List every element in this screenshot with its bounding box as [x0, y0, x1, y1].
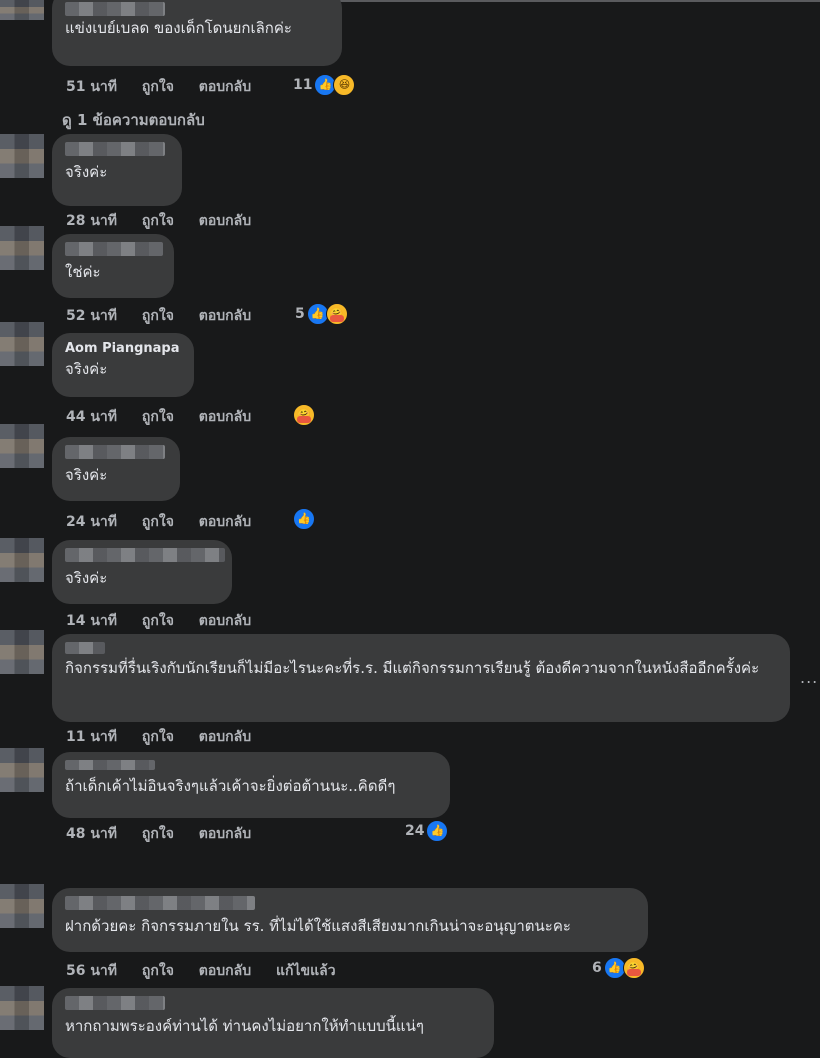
like-button[interactable]: ถูกใจ	[142, 963, 174, 979]
comment-text: ถ้าเด็กเค้าไม่อินจริงๆแล้วเค้าจะยิ่งต่อต…	[65, 777, 396, 795]
comment-text: ใช่ค่ะ	[65, 263, 101, 281]
comment-actions: 14 นาที ถูกใจ ตอบกลับ	[66, 610, 271, 632]
comment-bubble: กิจกรรมที่รื่นเริงกับนักเรียนก็ไม่มีอะไร…	[52, 634, 790, 722]
blurred-author-name	[65, 2, 165, 16]
comment-author[interactable]: Aom Piangnapa	[65, 341, 182, 356]
edited-label: แก้ไขแล้ว	[276, 963, 336, 979]
comment-time[interactable]: 14 นาที	[66, 613, 117, 629]
like-button[interactable]: ถูกใจ	[142, 514, 174, 530]
comment-bubble: Aom Piangnapa จริงค่ะ	[52, 333, 194, 397]
comment-bubble: จริงค่ะ	[52, 134, 182, 206]
comment-bubble: จริงค่ะ	[52, 540, 232, 604]
reply-button[interactable]: ตอบกลับ	[199, 79, 251, 95]
comment-time[interactable]: 52 นาที	[66, 308, 117, 324]
comment-actions: 51 นาที ถูกใจ ตอบกลับ	[66, 76, 271, 98]
reply-button[interactable]: ตอบกลับ	[199, 826, 251, 842]
avatar[interactable]	[0, 424, 44, 468]
comment-time[interactable]: 28 นาที	[66, 213, 117, 229]
avatar[interactable]	[0, 226, 44, 270]
avatar[interactable]	[0, 630, 44, 674]
comment-actions: 44 นาที ถูกใจ ตอบกลับ	[66, 406, 271, 428]
reaction-summary[interactable]: 6 👍 🤗	[592, 957, 645, 979]
reply-button[interactable]: ตอบกลับ	[199, 729, 251, 745]
comment-bubble: หากถามพระองค์ท่านได้ ท่านคงไม่อยากให้ทำแ…	[52, 988, 494, 1058]
like-button[interactable]: ถูกใจ	[142, 729, 174, 745]
comment-text: จริงค่ะ	[65, 569, 108, 587]
reaction-summary[interactable]: 5 👍 🤗	[295, 303, 348, 325]
like-button[interactable]: ถูกใจ	[142, 826, 174, 842]
comment-actions: 28 นาที ถูกใจ ตอบกลับ	[66, 210, 271, 232]
comment-actions: 48 นาที ถูกใจ ตอบกลับ	[66, 823, 271, 845]
comment-text: แข่งเบย์เบลด ของเด็กโดนยกเลิกค่ะ	[65, 19, 292, 37]
blurred-author-name	[65, 548, 225, 562]
blurred-author-name	[65, 896, 255, 910]
avatar[interactable]	[0, 748, 44, 792]
blurred-author-name	[65, 142, 165, 156]
reply-button[interactable]: ตอบกลับ	[199, 409, 251, 425]
care-icon: 🤗	[622, 957, 645, 979]
reaction-summary[interactable]: 24 👍	[405, 820, 449, 842]
reply-button[interactable]: ตอบกลับ	[199, 514, 251, 530]
comment-actions: 24 นาที ถูกใจ ตอบกลับ	[66, 511, 271, 533]
care-icon: 🤗	[325, 303, 348, 325]
view-replies-link[interactable]: ดู 1 ข้อความตอบกลับ	[62, 108, 205, 132]
reaction-count: 11	[293, 77, 313, 93]
comment-time[interactable]: 51 นาที	[66, 79, 117, 95]
blurred-author-name	[65, 445, 165, 459]
reaction-count: 5	[295, 306, 305, 322]
reaction-count: 24	[405, 823, 425, 839]
reply-button[interactable]: ตอบกลับ	[199, 213, 251, 229]
comment-text: จริงค่ะ	[65, 360, 108, 378]
comment-time[interactable]: 48 นาที	[66, 826, 117, 842]
care-icon: 🤗	[293, 404, 315, 426]
comment-bubble: ถ้าเด็กเค้าไม่อินจริงๆแล้วเค้าจะยิ่งต่อต…	[52, 752, 450, 818]
blurred-author-name	[65, 996, 165, 1010]
like-button[interactable]: ถูกใจ	[142, 613, 174, 629]
comment-bubble: แข่งเบย์เบลด ของเด็กโดนยกเลิกค่ะ	[52, 0, 342, 66]
blurred-author-name	[65, 760, 155, 770]
comment-bubble: ใช่ค่ะ	[52, 234, 174, 298]
like-button[interactable]: ถูกใจ	[142, 79, 174, 95]
like-icon: 👍	[293, 508, 315, 530]
comment-time[interactable]: 24 นาที	[66, 514, 117, 530]
more-options-icon[interactable]: ...	[800, 668, 818, 687]
comment-text: จริงค่ะ	[65, 163, 108, 181]
reply-button[interactable]: ตอบกลับ	[199, 613, 251, 629]
comment-time[interactable]: 56 นาที	[66, 963, 117, 979]
comment-actions: 52 นาที ถูกใจ ตอบกลับ	[66, 305, 271, 327]
avatar[interactable]	[0, 322, 44, 366]
avatar[interactable]	[0, 986, 44, 1030]
comment-time[interactable]: 44 นาที	[66, 409, 117, 425]
reply-button[interactable]: ตอบกลับ	[199, 308, 251, 324]
like-button[interactable]: ถูกใจ	[142, 308, 174, 324]
comment-time[interactable]: 11 นาที	[66, 729, 117, 745]
reply-button[interactable]: ตอบกลับ	[199, 963, 251, 979]
avatar[interactable]	[0, 134, 44, 178]
avatar[interactable]	[0, 0, 44, 20]
like-button[interactable]: ถูกใจ	[142, 409, 174, 425]
comment-text: กิจกรรมที่รื่นเริงกับนักเรียนก็ไม่มีอะไร…	[65, 659, 760, 677]
blurred-author-name	[65, 642, 105, 654]
blurred-author-name	[65, 242, 163, 256]
comment-text: ฝากด้วยคะ กิจกรรมภายใน รร. ที่ไม่ได้ใช้แ…	[65, 917, 571, 935]
comment-bubble: จริงค่ะ	[52, 437, 180, 501]
avatar[interactable]	[0, 538, 44, 582]
comment-actions: 11 นาที ถูกใจ ตอบกลับ	[66, 726, 271, 748]
like-button[interactable]: ถูกใจ	[142, 213, 174, 229]
comment-actions: 56 นาที ถูกใจ ตอบกลับ แก้ไขแล้ว	[66, 960, 356, 982]
reaction-summary[interactable]: 🤗	[293, 404, 315, 426]
comment-text: จริงค่ะ	[65, 466, 108, 484]
avatar[interactable]	[0, 884, 44, 928]
reaction-summary[interactable]: 11 👍 😆	[293, 74, 356, 96]
comment-bubble: ฝากด้วยคะ กิจกรรมภายใน รร. ที่ไม่ได้ใช้แ…	[52, 888, 648, 952]
comment-text: หากถามพระองค์ท่านได้ ท่านคงไม่อยากให้ทำแ…	[65, 1017, 424, 1035]
reaction-summary[interactable]: 👍	[293, 508, 315, 530]
reaction-count: 6	[592, 960, 602, 976]
haha-icon: 😆	[333, 74, 356, 96]
like-icon: 👍	[426, 820, 449, 842]
